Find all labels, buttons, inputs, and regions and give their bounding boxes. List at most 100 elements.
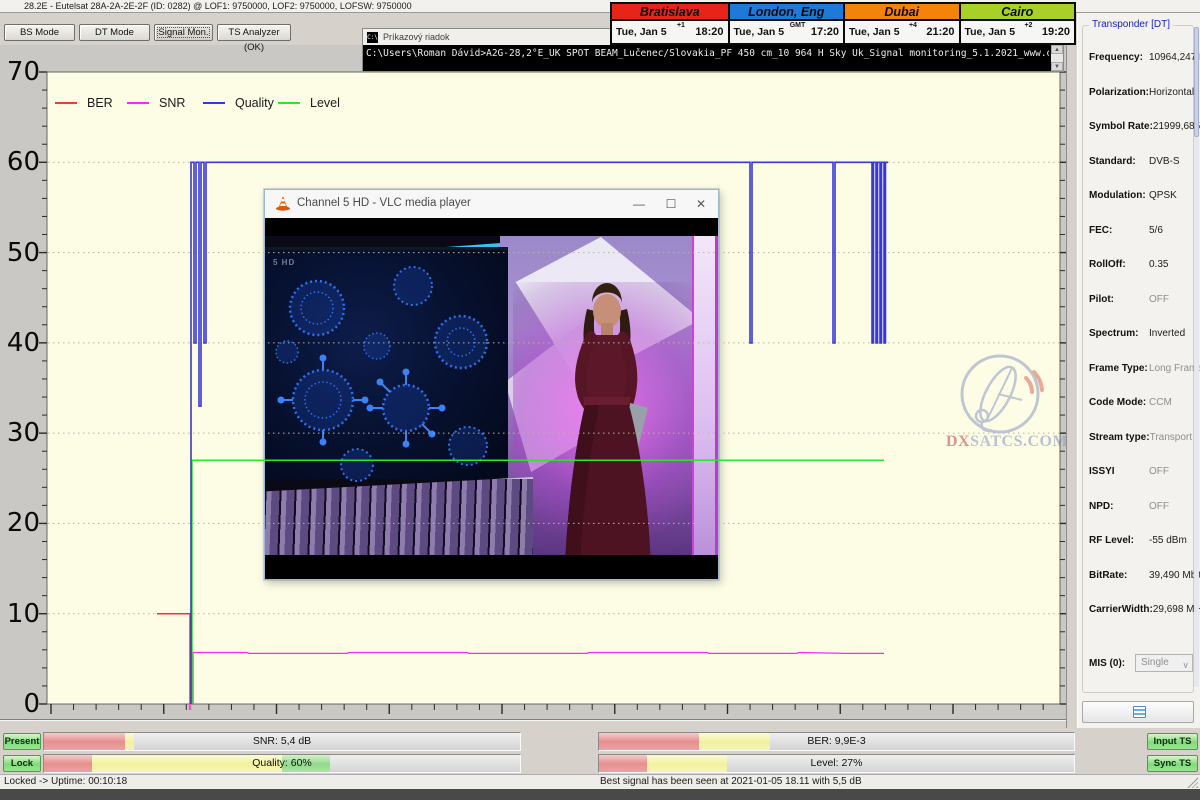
tab-signal-mon[interactable]: Signal Mon. [154, 24, 213, 41]
close-icon[interactable]: ✕ [686, 190, 716, 218]
snr-line-swatch [127, 102, 149, 104]
resize-grip[interactable] [1187, 777, 1198, 788]
level-line-swatch [278, 102, 300, 104]
studio-right-pillar [692, 227, 718, 567]
virus-graphic-screen: 5 HD [265, 247, 508, 479]
world-clocks: Bratislava Tue, Jan 5+118:20 London, Eng… [610, 2, 1076, 45]
vlc-window: Channel 5 HD - VLC media player — ☐ ✕ [264, 189, 719, 580]
watermark-dx: DX [946, 433, 970, 450]
transponder-field: Symbol Rate:21999,685 KS/s [1083, 121, 1195, 156]
transponder-title: Transponder [DT] [1089, 19, 1173, 30]
transponder-field: Standard:DVB-S [1083, 156, 1195, 191]
cmd-icon: C:\ [367, 32, 378, 43]
ber-line-swatch [55, 102, 77, 104]
transponder-field: Frequency:10964,247 MHz [1083, 52, 1195, 87]
signal-bars-area: Present SNR: 5,4 dB BER: 9,9E-3 Input TS… [0, 728, 1200, 774]
quality-bar-label: Quality: 60% [44, 755, 520, 772]
dxsatcs-watermark: DXSATCS.COM [938, 352, 1070, 452]
virus-graphics [265, 250, 508, 482]
y-axis-label: 20 [0, 508, 40, 538]
clock-city: Bratislava [612, 4, 728, 21]
clock-offset: +2 [1015, 22, 1042, 29]
y-axis-label: 30 [0, 418, 40, 448]
letterbox-bottom [265, 555, 718, 567]
scroll-down-icon[interactable]: ▼ [1051, 62, 1063, 71]
transponder-field: NPD:OFF [1083, 501, 1195, 536]
input-ts-button[interactable]: Input TS [1147, 733, 1198, 750]
vlc-video[interactable]: 5 HD [265, 218, 718, 579]
transponder-field: Polarization:Horizontal [1083, 87, 1195, 122]
transponder-field: RF Level:-55 dBm [1083, 535, 1195, 570]
clock-bratislava: Bratislava Tue, Jan 5+118:20 [612, 4, 728, 43]
watermark-rest: SATCS.COM [970, 433, 1068, 450]
lock-button[interactable]: Lock [3, 755, 41, 772]
snr-bar-label: SNR: 5,4 dB [44, 733, 520, 750]
clock-date: Tue, Jan 5 [849, 26, 900, 38]
legend-snr: SNR [127, 96, 185, 110]
clock-time: 21:20 [926, 26, 954, 38]
sync-ts-button[interactable]: Sync TS [1147, 755, 1198, 772]
panel-splitter[interactable] [1066, 13, 1078, 728]
tab-ts-analyzer[interactable]: TS Analyzer (OK) [217, 24, 291, 41]
studio-desk [265, 477, 533, 567]
svg-text:DXSATCS.COM: DXSATCS.COM [946, 433, 1068, 450]
window-title: 28.2E - Eutelsat 28A-2A-2E-2F (ID: 0282)… [24, 1, 412, 11]
window-bottom-edge [0, 789, 1200, 800]
chevron-down-icon: ∨ [1182, 657, 1189, 673]
transponder-field: ISSYIOFF [1083, 466, 1195, 501]
transponder-field: RollOff:0.35 [1083, 259, 1195, 294]
channel5-hd-logo: 5 HD [273, 258, 295, 267]
vlc-window-title: Channel 5 HD - VLC media player [297, 197, 471, 209]
clock-date: Tue, Jan 5 [616, 26, 667, 38]
tab-bs-mode[interactable]: BS Mode [4, 24, 75, 41]
cmd-prompt-text: C:\Users\Roman Dávid>A2G-28,2°E_UK SPOT … [366, 48, 1049, 59]
clock-dubai: Dubai Tue, Jan 5+421:20 [843, 4, 959, 43]
lock-uptime-status: Locked -> Uptime: 00:10:18 [4, 776, 127, 787]
clock-time: 17:20 [811, 26, 839, 38]
panel-scroll-thumb[interactable] [1194, 27, 1199, 137]
y-axis-label: 10 [0, 599, 40, 629]
quality-bar: Quality: 60% [43, 754, 521, 773]
transponder-panel: Transponder [DT] Frequency:10964,247 MHz… [1078, 13, 1200, 728]
clock-offset: +1 [667, 22, 696, 29]
clock-time: 19:20 [1042, 26, 1070, 38]
presenter [547, 279, 667, 567]
legend-quality: Quality [203, 96, 274, 110]
transponder-field: Code Mode:CCM [1083, 397, 1195, 432]
panel-action-button[interactable] [1082, 701, 1194, 723]
transponder-field: BitRate:39,490 Mbit/s [1083, 570, 1195, 605]
clock-date: Tue, Jan 5 [965, 26, 1016, 38]
panel-scrollbar[interactable] [1194, 27, 1199, 687]
transponder-field: FEC:5/6 [1083, 225, 1195, 260]
clock-cairo: Cairo Tue, Jan 5+219:20 [959, 4, 1075, 43]
vlc-titlebar[interactable]: Channel 5 HD - VLC media player — ☐ ✕ [265, 190, 718, 218]
clock-london: London, Eng Tue, Jan 5GMT17:20 [728, 4, 844, 43]
minimize-icon[interactable]: — [624, 190, 654, 218]
transponder-field: Modulation:QPSK [1083, 190, 1195, 225]
snr-bar: SNR: 5,4 dB [43, 732, 521, 751]
cmd-scrollbar[interactable]: ▲ ▼ [1051, 45, 1063, 71]
y-axis-label: 40 [0, 328, 40, 358]
scroll-up-icon[interactable]: ▲ [1051, 45, 1063, 54]
mis-dropdown[interactable]: Single ∨ [1135, 654, 1193, 672]
tab-dt-mode[interactable]: DT Mode [79, 24, 150, 41]
y-axis-label: 50 [0, 238, 40, 268]
transponder-field: CarrierWidth:29,698 MHz [1083, 604, 1195, 639]
y-axis-label: 60 [0, 147, 40, 177]
clock-city: London, Eng [730, 4, 844, 21]
best-signal-status: Best signal has been seen at 2021-01-05 … [600, 776, 862, 787]
status-bar: Locked -> Uptime: 00:10:18 Best signal h… [0, 774, 1200, 789]
cmd-console[interactable]: C:\Users\Roman Dávid>A2G-28,2°E_UK SPOT … [363, 45, 1063, 71]
quality-line-swatch [203, 102, 225, 104]
chart-bottom-divider [0, 719, 1066, 721]
cmd-window-title: Príkazový riadok [383, 32, 450, 42]
maximize-icon[interactable]: ☐ [656, 190, 686, 218]
letterbox-top [265, 227, 718, 236]
level-bar-label: Level: 27% [599, 755, 1074, 772]
clock-city: Cairo [961, 4, 1075, 21]
legend-level: Level [278, 96, 340, 110]
clock-time: 18:20 [695, 26, 723, 38]
present-button[interactable]: Present [3, 733, 41, 750]
clock-offset: GMT [784, 22, 811, 29]
y-axis-label: 0 [0, 689, 40, 719]
